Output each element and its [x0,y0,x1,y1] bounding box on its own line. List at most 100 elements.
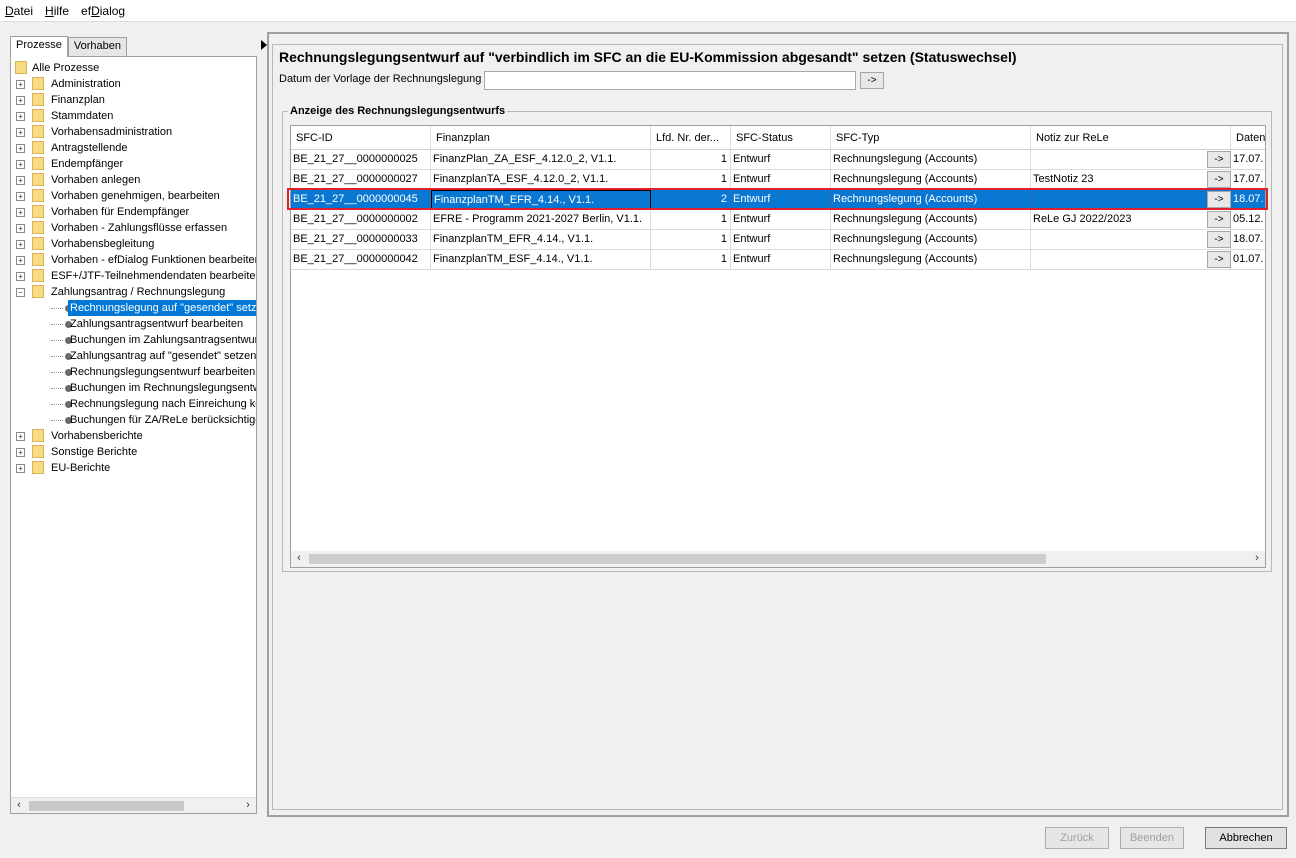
tree-label: Buchungen im Zahlungsantragsentwurf [70,334,257,346]
tree-folder[interactable]: + Endempfänger [11,156,256,172]
tree-root[interactable]: Alle Prozesse [11,60,256,76]
tree-leaf[interactable]: Buchungen im Rechnungslegungsentwurf [11,380,256,396]
column-header[interactable]: Finanzplan [431,126,651,150]
scroll-thumb[interactable] [309,554,1046,564]
tree-horizontal-scrollbar[interactable]: ‹ › [11,797,256,813]
tree-folder[interactable]: + Vorhabensberichte [11,428,256,444]
date-go-button[interactable]: -> [860,72,884,89]
expand-icon[interactable]: + [16,432,25,441]
tree-label: Finanzplan [51,94,105,106]
finish-button[interactable]: Beenden [1120,827,1184,849]
tree-connector [51,340,63,341]
tree-folder[interactable]: + Vorhaben - efDialog Funktionen bearbeit… [11,252,257,268]
table-cell [1031,150,1231,170]
folder-icon [32,205,44,218]
tree-leaf[interactable]: Rechnungslegung nach Einreichung korrigi… [11,396,256,412]
row-go-button[interactable]: -> [1207,211,1231,228]
expand-icon[interactable]: + [16,128,25,137]
tree-label: Endempfänger [51,158,124,170]
row-go-button[interactable]: -> [1207,251,1231,268]
table-row[interactable]: BE_21_27__0000000033 FinanzplanTM_EFR_4.1… [291,230,1265,250]
tree-label: Vorhaben - efDialog Funktionen bearbeite… [51,254,257,266]
tree-leaf[interactable]: Buchungen im Zahlungsantragsentwurf [11,332,257,348]
scroll-left-icon[interactable]: ‹ [291,551,307,567]
expand-icon[interactable]: + [16,80,25,89]
tree-folder[interactable]: + Sonstige Berichte [11,444,256,460]
column-header[interactable]: SFC-ID [291,126,431,150]
table-row[interactable]: BE_21_27__0000000002 EFRE - Programm 2021… [291,210,1265,230]
menu-item-1[interactable]: Hilfe [45,4,69,18]
tree-folder[interactable]: + Vorhabensbegleitung [11,236,256,252]
scroll-right-icon[interactable]: › [240,798,256,813]
scroll-left-icon[interactable]: ‹ [11,798,27,813]
tree-leaf[interactable]: Rechnungslegungsentwurf bearbeiten [11,364,256,380]
column-header[interactable]: Lfd. Nr. der... [651,126,731,150]
row-go-button[interactable]: -> [1207,191,1231,208]
tree-folder[interactable]: + Vorhabensadministration [11,124,256,140]
menu-item-0[interactable]: Datei [5,4,33,18]
expand-icon[interactable]: + [16,448,25,457]
tree-label: Vorhabensadministration [51,126,173,138]
scroll-thumb[interactable] [29,801,184,811]
column-header[interactable]: SFC-Status [731,126,831,150]
expand-icon[interactable]: + [16,176,25,185]
cancel-button[interactable]: Abbrechen [1205,827,1287,849]
menu-item-2[interactable]: efDialog [81,4,125,18]
tree-folder[interactable]: + Vorhaben anlegen [11,172,256,188]
table-row[interactable]: BE_21_27__0000000025 FinanzPlan_ZA_ESF_4.… [291,150,1265,170]
table-row[interactable]: BE_21_27__0000000027 FinanzplanTA_ESF_4.1… [291,170,1265,190]
folder-icon [32,125,44,138]
scroll-right-icon[interactable]: › [1249,551,1265,567]
expand-icon[interactable]: + [16,144,25,153]
expand-icon[interactable]: + [16,160,25,169]
expand-icon[interactable]: + [16,224,25,233]
table-row[interactable]: BE_21_27__0000000042 FinanzplanTM_ESF_4.1… [291,250,1265,270]
expand-icon[interactable]: + [16,240,25,249]
table-cell: 1 [651,230,731,250]
tree-folder[interactable]: + Antragstellende [11,140,256,156]
tree-leaf[interactable]: Buchungen für ZA/ReLe berücksichtigen [11,412,256,428]
table-row[interactable]: BE_21_27__0000000045 FinanzplanTM_EFR_4.1… [291,190,1265,210]
folder-icon [32,141,44,154]
table-horizontal-scrollbar[interactable]: ‹ › [291,551,1265,567]
tab-vorhaben[interactable]: Vorhaben [67,37,127,56]
folder-icon [32,109,44,122]
expand-icon[interactable]: + [16,208,25,217]
expand-icon[interactable]: + [16,96,25,105]
row-go-button[interactable]: -> [1207,171,1231,188]
column-header[interactable]: Daten [1231,126,1265,150]
tab-prozesse[interactable]: Prozesse [10,36,68,57]
table-cell: Entwurf [731,150,831,170]
expand-icon[interactable]: + [16,256,25,265]
expand-icon[interactable]: + [16,112,25,121]
tree-label: Vorhaben genehmigen, bearbeiten [51,190,220,202]
column-header[interactable]: Notiz zur ReLe [1031,126,1231,150]
tree-folder-expanded[interactable]: − Zahlungsantrag / Rechnungslegung [11,284,256,300]
expand-icon[interactable]: + [16,272,25,281]
tree-leaf[interactable]: Rechnungslegung auf "gesendet" setzen [11,300,256,316]
tree-leaf[interactable]: Zahlungsantragsentwurf bearbeiten [11,316,256,332]
tree-connector [51,372,63,373]
column-header[interactable]: SFC-Typ [831,126,1031,150]
tree-folder[interactable]: + Vorhaben für Endempfänger [11,204,256,220]
tree-folder[interactable]: + Administration [11,76,256,92]
row-go-button[interactable]: -> [1207,231,1231,248]
row-go-button[interactable]: -> [1207,151,1231,168]
collapse-icon[interactable]: − [16,288,25,297]
folder-icon [32,93,44,106]
date-input[interactable] [484,71,856,90]
back-button[interactable]: Zurück [1045,827,1109,849]
expand-icon[interactable]: + [16,464,25,473]
tree-folder[interactable]: + Stammdaten [11,108,256,124]
tree-folder[interactable]: + Vorhaben - Zahlungsflüsse erfassen [11,220,256,236]
expand-icon[interactable]: + [16,192,25,201]
tree-folder[interactable]: + ESF+/JTF-Teilnehmendendaten bearbeiten [11,268,256,284]
table-cell [1031,250,1231,270]
table-cell: 17.07. [1231,170,1265,190]
tree-folder[interactable]: + Finanzplan [11,92,256,108]
tree-folder[interactable]: + Vorhaben genehmigen, bearbeiten [11,188,256,204]
tree-connector [51,388,63,389]
tree-label: Vorhaben für Endempfänger [51,206,190,218]
tree-leaf[interactable]: Zahlungsantrag auf "gesendet" setzen [11,348,256,364]
tree-folder[interactable]: + EU-Berichte [11,460,256,476]
